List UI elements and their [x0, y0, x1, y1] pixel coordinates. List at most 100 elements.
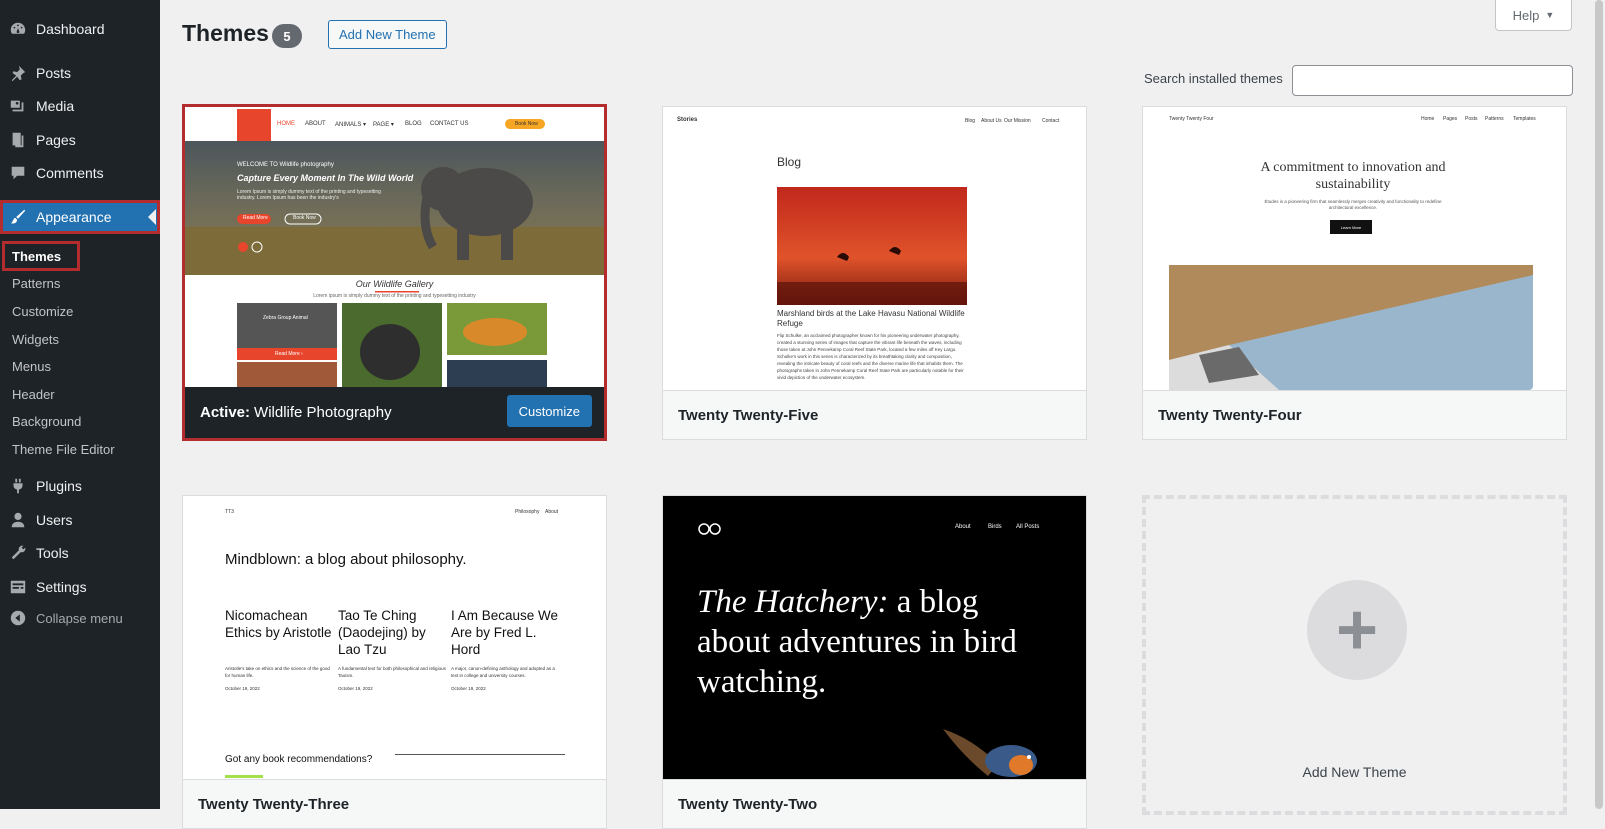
submenu-patterns[interactable]: Patterns — [12, 276, 60, 291]
theme-name-bar: Twenty Twenty-Five — [663, 390, 1086, 439]
theme-screenshot[interactable]: About Birds All Posts The Hatchery: a bl… — [663, 496, 1086, 779]
sidebar-item-label: Plugins — [36, 478, 82, 494]
preview-post-title: Tao Te Ching (Daodejing) by Lao Tzu — [338, 608, 426, 657]
sidebar-item-label: Collapse menu — [36, 610, 123, 626]
active-prefix: Active: — [200, 404, 251, 421]
submenu-customize[interactable]: Customize — [12, 304, 73, 319]
preview-post-date: October 19, 2022 — [338, 686, 373, 691]
customize-button[interactable]: Customize — [506, 395, 592, 427]
preview-post-desc: A major, canon-defining anthology and ad… — [451, 666, 555, 678]
page-title: Themes — [182, 20, 269, 46]
submenu-background[interactable]: Background — [12, 414, 81, 429]
preview-nav-animals: ANIMALS ▾ — [335, 122, 367, 128]
preview-nav-mission: Our Mission — [1004, 118, 1031, 124]
preview-hero-sub: Lorem Ipsum is simply dummy text of the … — [237, 189, 381, 201]
sidebar-item-label: Dashboard — [36, 21, 105, 37]
paintbrush-icon — [0, 208, 36, 226]
current-menu-arrow — [148, 209, 156, 225]
theme-screenshot[interactable]: Twenty Twenty Four Home Pages Posts Patt… — [1143, 107, 1566, 390]
admin-sidebar: Dashboard Posts Media Pages Comments App… — [0, 0, 160, 809]
preview-gallery-title: Our Wildlife Gallery — [355, 279, 434, 289]
preview-nav-contact: CONTACT US — [430, 121, 469, 127]
preview-bird-photo — [777, 187, 967, 305]
theme-name-bar: Active: Wildlife Photography Customize — [185, 387, 604, 438]
preview-nav-posts: Posts — [1465, 116, 1478, 122]
plug-icon — [0, 477, 36, 495]
pages-icon — [0, 131, 36, 149]
add-new-theme-button[interactable]: Add New Theme — [328, 20, 447, 49]
sidebar-item-settings[interactable]: Settings — [0, 570, 160, 604]
submenu-menus[interactable]: Menus — [12, 359, 51, 374]
sidebar-item-users[interactable]: Users — [0, 503, 160, 537]
preview-card-btn: Read More › — [275, 351, 303, 357]
wrench-icon — [0, 544, 36, 562]
theme-name: Twenty Twenty-Three — [198, 795, 350, 813]
sidebar-item-pages[interactable]: Pages — [0, 123, 160, 157]
preview-nav-birds: Birds — [988, 524, 1002, 530]
plus-icon: + — [1307, 580, 1407, 680]
preview-accent-bar — [225, 775, 263, 778]
preview-card-title: Zebra Group Animal — [263, 315, 308, 321]
preview-heading-em: The Hatchery: — [697, 584, 889, 620]
preview-post-date: October 19, 2022 — [225, 686, 260, 691]
preview-nav-templates: Templates — [1513, 116, 1536, 122]
preview-post-desc: A fundamental text for both philosophica… — [338, 666, 446, 678]
preview-nav-patterns: Patterns — [1485, 116, 1504, 122]
preview-nav-philosophy: Philosophy — [515, 509, 540, 515]
preview-heading: The Hatchery: a blog about adventures in… — [697, 582, 1027, 702]
caret-down-icon: ▼ — [1545, 10, 1555, 20]
theme-card-twenty-twenty-three[interactable]: TT3 Philosophy About Mindblown: a blog a… — [182, 495, 607, 829]
sidebar-item-comments[interactable]: Comments — [0, 156, 160, 190]
collapse-icon — [0, 609, 36, 627]
scrollbar[interactable] — [1593, 0, 1605, 809]
sidebar-item-label: Users — [36, 512, 73, 528]
preview-brand: Twenty Twenty Four — [1169, 116, 1214, 122]
theme-screenshot[interactable]: Stories Blog About Us Our Mission Contac… — [663, 107, 1086, 390]
sidebar-item-tools[interactable]: Tools — [0, 536, 160, 570]
submenu-widgets[interactable]: Widgets — [12, 332, 59, 347]
preview-heading: A commitment to innovation and sustainab… — [1260, 160, 1446, 192]
theme-screenshot[interactable]: TT3 Philosophy About Mindblown: a blog a… — [183, 496, 606, 779]
sidebar-item-dashboard[interactable]: Dashboard — [0, 12, 160, 46]
dashboard-icon — [0, 20, 36, 38]
theme-card-twenty-twenty-four[interactable]: Twenty Twenty Four Home Pages Posts Patt… — [1142, 106, 1567, 440]
main-content: Themes 5 Add New Theme Help ▼ Search inst… — [160, 0, 1605, 829]
sidebar-item-label: Settings — [36, 579, 87, 595]
submenu-themes[interactable]: Themes — [12, 249, 61, 264]
add-new-theme-card[interactable]: + Add New Theme — [1142, 495, 1567, 815]
submenu-theme-file-editor[interactable]: Theme File Editor — [12, 442, 115, 457]
preview-nav-about: About Us — [981, 118, 1002, 124]
help-label: Help — [1512, 7, 1540, 23]
preview-brand: Stories — [677, 117, 698, 123]
sidebar-collapse-menu[interactable]: Collapse menu — [0, 601, 160, 635]
preview-nav-blog: Blog — [965, 118, 976, 124]
preview-footer: Got any book recommendations? — [225, 754, 373, 765]
theme-card-wildlife-photography[interactable]: HOME ABOUT ANIMALS ▾ PAGE ▾ BLOG CONTACT… — [182, 104, 607, 441]
help-tab-button[interactable]: Help ▼ — [1495, 0, 1572, 31]
preview-nav-blog: BLOG — [405, 121, 422, 127]
theme-name: Twenty Twenty-Five — [678, 406, 819, 424]
add-new-theme-label: Add New Theme — [1302, 764, 1407, 780]
sidebar-item-media[interactable]: Media — [0, 89, 160, 123]
theme-count-badge: 5 — [272, 24, 302, 48]
sidebar-item-label: Media — [36, 98, 75, 114]
preview-bird-illustration — [943, 729, 1037, 777]
sidebar-item-appearance[interactable]: Appearance — [0, 200, 160, 234]
preview-nav-about: About — [545, 509, 559, 515]
sidebar-item-posts[interactable]: Posts — [0, 56, 160, 90]
pin-icon — [0, 64, 36, 82]
scrollbar-thumb[interactable] — [1595, 0, 1603, 809]
theme-name-bar: Twenty Twenty-Two — [663, 779, 1086, 828]
sidebar-item-plugins[interactable]: Plugins — [0, 469, 160, 503]
theme-card-twenty-twenty-two[interactable]: About Birds All Posts The Hatchery: a bl… — [662, 495, 1087, 829]
preview-nav-all-posts: All Posts — [1016, 524, 1040, 530]
sidebar-item-label: Tools — [36, 545, 69, 561]
search-input[interactable] — [1292, 65, 1573, 96]
theme-card-twenty-twenty-five[interactable]: Stories Blog About Us Our Mission Contac… — [662, 106, 1087, 440]
theme-name: Wildlife Photography — [254, 404, 392, 421]
preview-heading: Mindblown: a blog about philosophy. — [225, 551, 467, 568]
submenu-header[interactable]: Header — [12, 387, 55, 402]
theme-screenshot[interactable]: HOME ABOUT ANIMALS ▾ PAGE ▾ BLOG CONTACT… — [185, 107, 604, 390]
preview-nav-home: HOME — [277, 121, 295, 127]
sidebar-item-label: Appearance — [36, 209, 112, 225]
